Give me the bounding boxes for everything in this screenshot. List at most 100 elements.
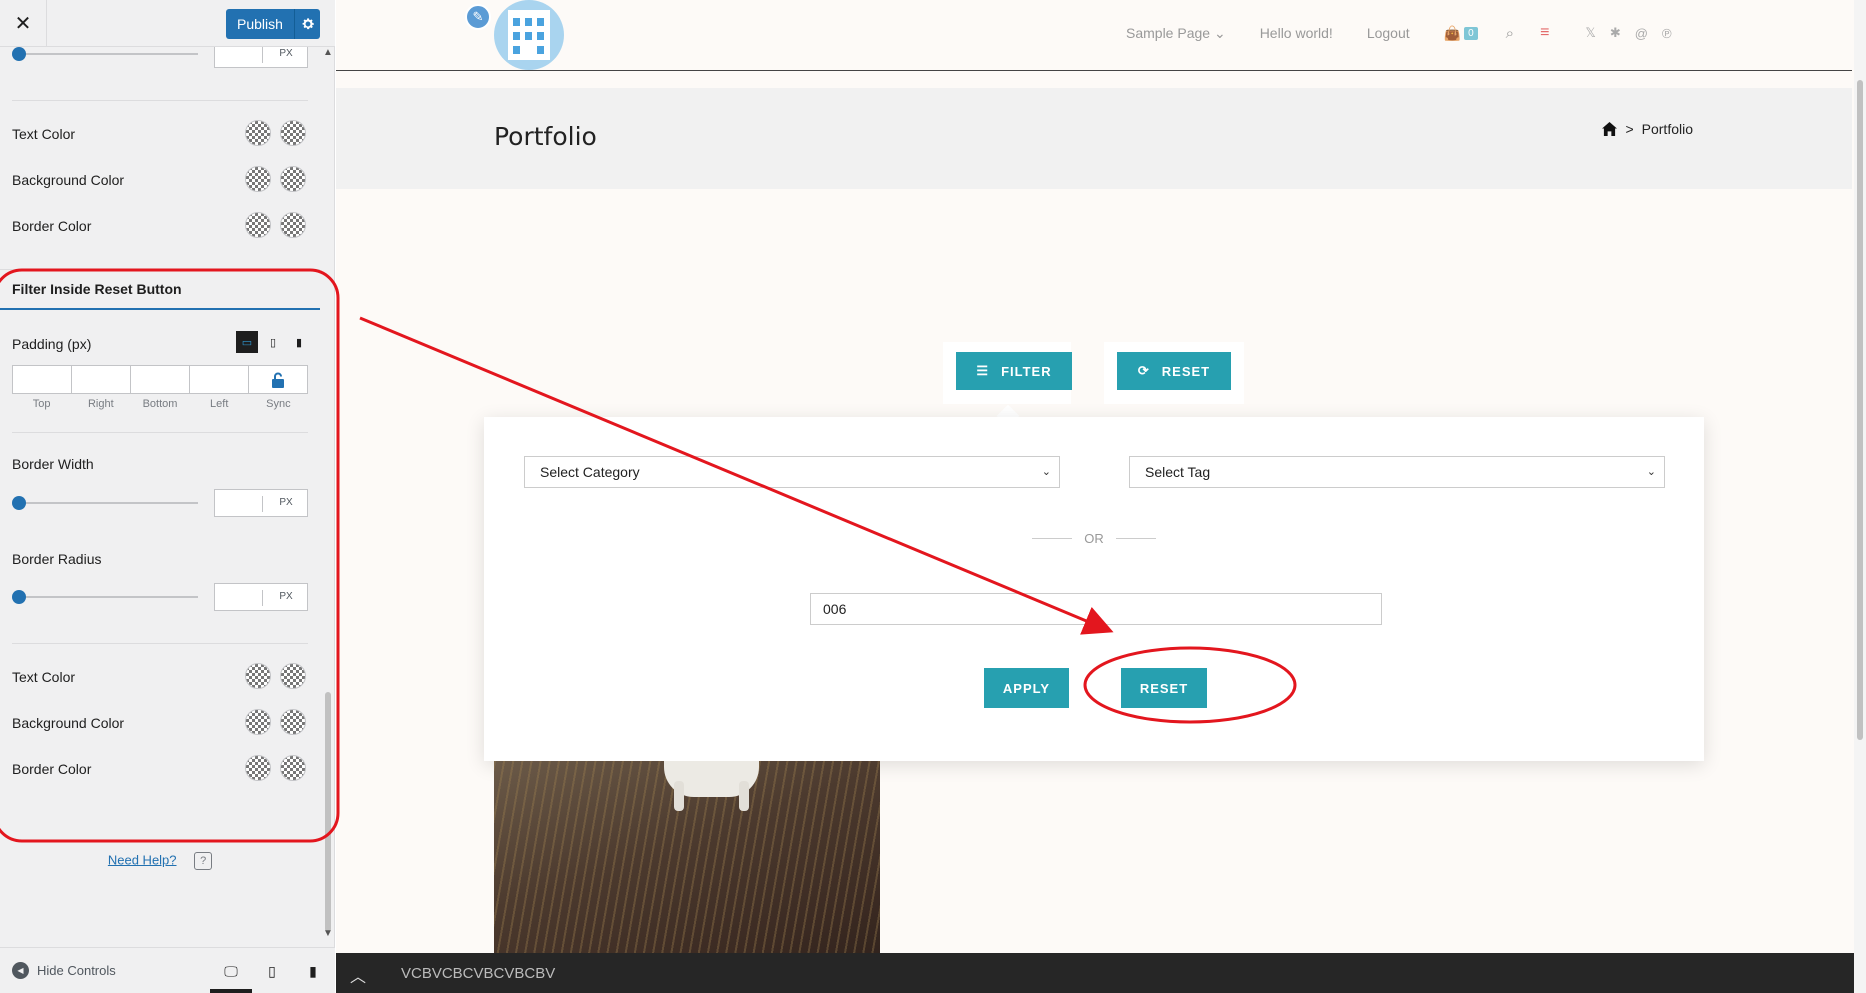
reset-toggle-button[interactable]: ⟳ RESET [1117, 352, 1231, 390]
site-header: ✎ Sample Page ⌄ Hello world! Logout 👜 0 … [336, 0, 1852, 71]
divider [12, 432, 308, 433]
preview-mobile-icon[interactable]: ▮ [303, 961, 323, 981]
unit-label: PX [279, 591, 293, 602]
mobile-icon[interactable]: ▮ [288, 331, 310, 353]
range-slider-handle[interactable] [12, 47, 26, 61]
tag-select[interactable]: Select Tag ⌄ [1129, 456, 1665, 488]
range-number-input[interactable]: PX [214, 47, 308, 68]
padding-top-input[interactable] [13, 366, 72, 393]
background-color-normal-swatch[interactable] [245, 709, 271, 735]
category-select-value: Select Category [540, 464, 640, 480]
publish-button[interactable]: Publish [226, 9, 320, 39]
desktop-icon[interactable]: ▭ [236, 331, 258, 353]
publish-label: Publish [237, 16, 283, 32]
shopping-bag-icon: 👜 [1443, 24, 1462, 41]
background-color-hover-swatch[interactable] [280, 166, 306, 192]
border-radius-slider-handle[interactable] [12, 590, 26, 604]
pencil-icon[interactable]: ✎ [465, 4, 491, 30]
padding-right-input[interactable] [72, 366, 131, 393]
text-color-hover-swatch[interactable] [280, 663, 306, 689]
text-color-label: Text Color [12, 669, 76, 685]
range-control-top[interactable]: PX [12, 47, 308, 68]
unit-label: PX [279, 48, 293, 59]
portfolio-search-input[interactable] [810, 593, 1382, 625]
filter-toggle-button[interactable]: ☰ FILTER [956, 352, 1072, 390]
preview-tablet-icon[interactable]: ▯ [262, 961, 282, 981]
apply-button[interactable]: APPLY [984, 668, 1069, 708]
range-track [18, 502, 198, 504]
filter-panel: Select Category ⌄ Select Tag ⌄ OR APPLY … [484, 417, 1704, 761]
pinterest-icon[interactable]: ℗ [1662, 26, 1672, 41]
reset-top-button-label: RESET [1161, 363, 1211, 379]
home-icon[interactable] [1602, 122, 1618, 136]
bottom-bar-text: VCBVCBCVBCVBCBV [401, 965, 556, 982]
text-color-normal-swatch[interactable] [245, 120, 271, 146]
scrollbar-thumb[interactable] [325, 692, 331, 932]
border-width-control: PX [12, 489, 308, 517]
border-radius-number-input[interactable]: PX [214, 583, 308, 611]
search-icon[interactable]: ⌕ [1506, 25, 1514, 42]
padding-left-input[interactable] [190, 366, 249, 393]
text-color-label: Text Color [12, 126, 76, 142]
help-icon[interactable]: ? [194, 852, 213, 870]
nav-item-sample-page[interactable]: Sample Page ⌄ [1126, 25, 1226, 42]
nav-item-logout[interactable]: Logout [1367, 25, 1410, 41]
reset-button-label: RESET [1139, 680, 1189, 696]
cart-button[interactable]: 👜 0 [1444, 25, 1478, 42]
border-color-label: Border Color [12, 218, 92, 234]
category-select[interactable]: Select Category ⌄ [524, 456, 1060, 488]
hide-controls-button[interactable]: ◀ Hide Controls [12, 962, 116, 979]
padding-sync-button[interactable] [249, 366, 307, 393]
range-track [18, 596, 198, 598]
border-width-slider-handle[interactable] [12, 496, 26, 510]
gear-icon[interactable] [294, 9, 320, 39]
unit-label: PX [279, 497, 293, 508]
caption-left: Left [210, 398, 229, 410]
border-color-hover-swatch[interactable] [280, 755, 306, 781]
site-logo[interactable] [494, 0, 564, 70]
padding-bottom-input[interactable] [131, 366, 190, 393]
site-preview: ✎ Sample Page ⌄ Hello world! Logout 👜 0 … [336, 0, 1866, 993]
main-nav: Sample Page ⌄ Hello world! Logout 👜 0 ⌕ … [1126, 24, 1686, 42]
text-color-normal-swatch[interactable] [245, 663, 271, 689]
nav-item-hello-world[interactable]: Hello world! [1260, 25, 1333, 41]
scroll-up-icon[interactable]: ▲ [323, 47, 333, 58]
hamburger-menu-icon[interactable]: ≡ [1540, 24, 1549, 42]
customizer-header: ✕ Publish [0, 0, 335, 47]
scrollbar-thumb[interactable] [1857, 80, 1863, 740]
x-twitter-icon[interactable]: 𝕏 [1585, 25, 1595, 41]
sidebar-scrollbar[interactable]: ▲ ▼ [322, 47, 334, 947]
divider [12, 100, 308, 101]
close-customizer-button[interactable]: ✕ [0, 0, 47, 47]
chevron-down-icon: ⌄ [1213, 24, 1226, 41]
padding-label: Padding (px) [12, 336, 92, 352]
divider [0, 269, 320, 270]
border-color-hover-swatch[interactable] [280, 212, 306, 238]
breadcrumb: > Portfolio [1602, 121, 1693, 137]
caption-right: Right [87, 398, 114, 410]
border-color-normal-swatch[interactable] [245, 212, 271, 238]
need-help-link[interactable]: Need Help? [108, 852, 177, 867]
border-width-number-input[interactable]: PX [214, 489, 308, 517]
text-color-hover-swatch[interactable] [280, 120, 306, 146]
padding-inputs [12, 365, 308, 394]
scroll-down-icon[interactable]: ▼ [323, 928, 333, 939]
preview-scrollbar[interactable] [1854, 0, 1866, 993]
background-color-label: Background Color [12, 715, 125, 731]
nav-label: Sample Page [1126, 24, 1211, 41]
refresh-icon: ⟳ [1137, 363, 1150, 378]
chevron-down-icon: ⌄ [1646, 466, 1656, 478]
reset-button[interactable]: RESET [1121, 668, 1207, 708]
threads-icon[interactable]: @ [1635, 26, 1648, 41]
border-color-normal-swatch[interactable] [245, 755, 271, 781]
background-color-hover-swatch[interactable] [280, 709, 306, 735]
tablet-icon[interactable]: ▯ [262, 331, 284, 353]
background-color-normal-swatch[interactable] [245, 166, 271, 192]
or-divider: OR [1032, 531, 1156, 546]
border-radius-label: Border Radius [12, 551, 102, 567]
range-track [18, 53, 198, 55]
chevron-up-icon[interactable]: ︿ [350, 963, 366, 987]
page-title: Portfolio [494, 122, 597, 151]
slack-icon[interactable]: ✱ [1610, 25, 1621, 41]
preview-desktop-icon[interactable]: 🖵 [221, 961, 241, 981]
